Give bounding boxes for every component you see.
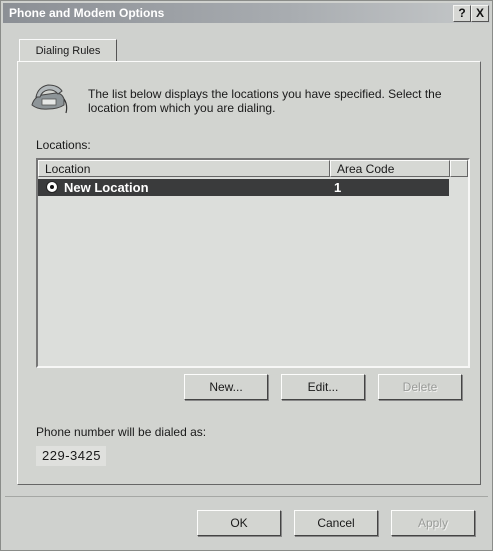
close-button[interactable]: X <box>471 5 489 22</box>
telephone-icon <box>31 84 68 114</box>
apply-button[interactable]: Apply <box>391 510 475 536</box>
list-item[interactable]: New Location 1 <box>38 179 449 196</box>
footer-divider <box>5 496 488 497</box>
dial-number-label: Phone number will be dialed as: <box>36 425 207 439</box>
dialing-rules-panel: The list below displays the locations yo… <box>17 61 481 485</box>
radio-selected-icon[interactable] <box>46 181 58 193</box>
edit-button[interactable]: Edit... <box>281 374 365 400</box>
new-button[interactable]: New... <box>184 374 268 400</box>
list-header: Location Area Code <box>38 160 468 178</box>
locations-list[interactable]: Location Area Code New Location 1 <box>36 158 470 368</box>
location-area-code: 1 <box>334 180 342 195</box>
cancel-button[interactable]: Cancel <box>294 510 378 536</box>
column-header-location[interactable]: Location <box>38 160 330 177</box>
delete-button[interactable]: Delete <box>378 374 462 400</box>
help-button[interactable]: ? <box>453 5 471 22</box>
panel-description: The list below displays the locations yo… <box>88 87 442 115</box>
location-name: New Location <box>64 180 149 195</box>
phone-and-modem-options-dialog: Phone and Modem Options ? X Dialing Rule… <box>0 0 493 551</box>
column-header-filler <box>450 160 468 177</box>
column-header-area-code[interactable]: Area Code <box>330 160 450 177</box>
title-bar[interactable]: Phone and Modem Options ? X <box>3 3 490 23</box>
ok-button[interactable]: OK <box>197 510 281 536</box>
locations-label: Locations: <box>36 138 91 152</box>
dial-number-value: 229-3425 <box>36 446 106 466</box>
tab-dialing-rules[interactable]: Dialing Rules <box>19 39 117 62</box>
window-title: Phone and Modem Options <box>9 6 165 20</box>
